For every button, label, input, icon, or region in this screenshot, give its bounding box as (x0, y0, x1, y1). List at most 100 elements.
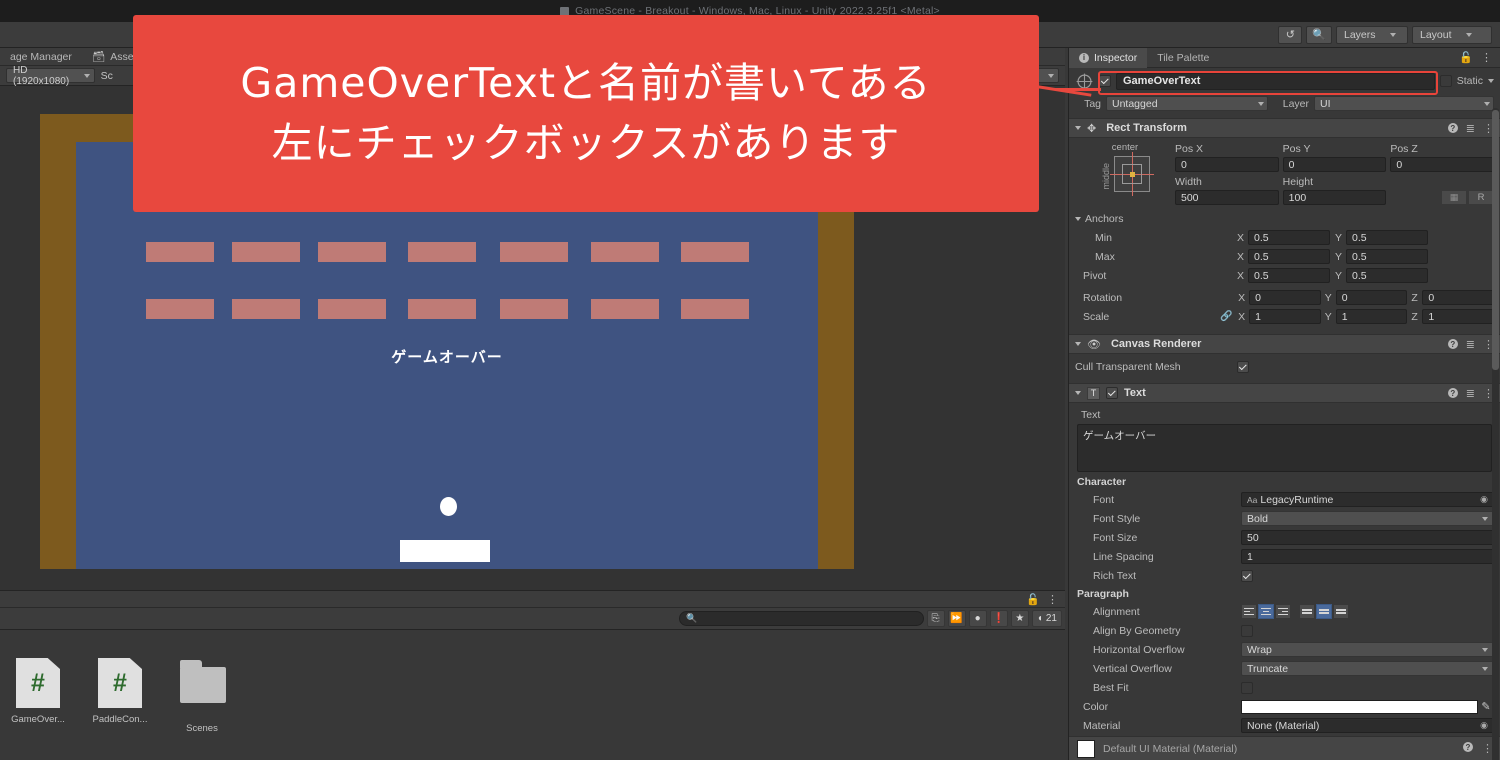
component-header-rect-transform[interactable]: ✥ Rect Transform ? ≣ ⋮ (1069, 118, 1500, 138)
callout-line-1: GameOverTextと名前が書いてある (240, 59, 932, 108)
align-left-button[interactable] (1241, 604, 1257, 619)
project-asset-item[interactable]: # GameOver... (10, 658, 66, 734)
color-swatch[interactable] (1241, 699, 1478, 714)
scale-z-input[interactable]: 1 (1422, 309, 1494, 324)
inspector-scrollbar-thumb[interactable] (1492, 110, 1499, 370)
foldout-icon[interactable] (1075, 126, 1081, 130)
pivot-x-input[interactable]: 0.5 (1248, 268, 1330, 283)
anchors-foldout-row[interactable]: Anchors (1075, 210, 1494, 227)
align-bottom-button[interactable] (1333, 604, 1349, 619)
anchor-min-x-input[interactable]: 0.5 (1248, 230, 1330, 245)
material-preview-footer[interactable]: Default UI Material (Material) ? ⋮ (1069, 736, 1500, 760)
anchor-max-y-input[interactable]: 0.5 (1346, 249, 1428, 264)
width-input[interactable]: 500 (1175, 190, 1279, 205)
font-style-dropdown[interactable]: Bold (1241, 511, 1494, 526)
line-spacing-input[interactable]: 1 (1241, 549, 1494, 564)
pos-x-input[interactable]: 0 (1175, 157, 1279, 172)
search-icon[interactable]: 🔍 (1306, 25, 1332, 44)
raw-edit-mode-button[interactable]: R (1468, 190, 1495, 205)
component-header-text[interactable]: T Text ? ≣ ⋮ (1069, 383, 1500, 403)
lock-icon[interactable]: 🔓 (1459, 51, 1473, 64)
kebab-menu-icon[interactable]: ⋮ (1047, 593, 1058, 606)
search-icon: 🔍 (686, 613, 698, 623)
material-object-field[interactable]: None (Material) ◉ (1241, 718, 1494, 733)
paragraph-section-label: Paragraph (1077, 588, 1129, 600)
tab-package-manager[interactable]: age Manager (0, 48, 82, 66)
console-count-badge[interactable]: ◖ 21 (1031, 610, 1062, 627)
font-object-field[interactable]: Aa LegacyRuntime ◉ (1241, 492, 1494, 507)
vertical-overflow-dropdown[interactable]: Truncate (1241, 661, 1494, 676)
layers-dropdown[interactable]: Layers (1336, 25, 1408, 44)
rich-text-checkbox[interactable] (1241, 569, 1253, 582)
error-pause-icon[interactable]: ● (968, 610, 987, 627)
pos-y-input[interactable]: 0 (1282, 157, 1387, 172)
anchor-min-y-input[interactable]: 0.5 (1346, 230, 1428, 245)
layer-dropdown[interactable]: UI (1314, 96, 1494, 111)
align-center-button[interactable] (1258, 604, 1274, 619)
rotation-x-input[interactable]: 0 (1249, 290, 1321, 305)
horizontal-overflow-label: Horizontal Overflow (1093, 643, 1185, 656)
text-component-enabled-checkbox[interactable] (1106, 387, 1118, 399)
project-asset-item[interactable]: # PaddleCon... (92, 658, 148, 734)
console-search-input[interactable]: 🔍 (679, 611, 924, 626)
scale-y-input[interactable]: 1 (1335, 309, 1408, 324)
rotation-y-input[interactable]: 0 (1335, 290, 1408, 305)
chevron-down-icon[interactable] (1488, 79, 1494, 83)
anchor-preset-box[interactable] (1109, 152, 1154, 196)
chevron-down-icon (1258, 101, 1264, 106)
help-icon[interactable]: ? (1447, 388, 1458, 398)
pivot-y-input[interactable]: 0.5 (1346, 268, 1428, 283)
layout-dropdown[interactable]: Layout (1412, 25, 1492, 44)
foldout-icon[interactable] (1075, 391, 1081, 395)
clear-on-play-icon[interactable]: ⏩ (947, 610, 966, 627)
height-input[interactable]: 100 (1282, 190, 1387, 205)
pivot-row: Pivot X 0.5 Y 0.5 (1075, 267, 1494, 284)
font-size-value: 50 (1247, 531, 1259, 544)
kebab-menu-icon[interactable]: ⋮ (1481, 51, 1492, 64)
preset-icon[interactable]: ≣ (1466, 122, 1475, 135)
resolution-dropdown[interactable]: HD (1920x1080) (6, 65, 95, 87)
align-top-button[interactable] (1299, 604, 1315, 619)
preset-icon[interactable]: ≣ (1466, 387, 1475, 400)
brick (681, 299, 749, 319)
align-right-button[interactable] (1275, 604, 1291, 619)
preset-icon[interactable]: ≣ (1466, 338, 1475, 351)
gameobject-name-input[interactable]: GameOverText (1116, 72, 1435, 90)
help-icon[interactable]: ? (1463, 742, 1473, 752)
object-picker-icon[interactable]: ◉ (1480, 494, 1488, 505)
console-window-icon[interactable]: ⎘ (926, 610, 945, 627)
align-middle-button[interactable] (1316, 604, 1332, 619)
project-asset-item[interactable]: Scenes (174, 658, 230, 734)
align-by-geometry-checkbox[interactable] (1241, 624, 1253, 637)
history-icon[interactable]: ↺ (1278, 25, 1303, 44)
tab-tile-palette[interactable]: Tile Palette (1147, 48, 1219, 68)
anchor-preset-side-label: middle (1100, 162, 1111, 190)
scale-x-input[interactable]: 1 (1249, 309, 1321, 324)
component-header-canvas-renderer[interactable]: 👁 Canvas Renderer ? ≣ ⋮ (1069, 334, 1500, 354)
wall-left (40, 114, 76, 569)
best-fit-checkbox[interactable] (1241, 681, 1253, 694)
blueprint-mode-button[interactable]: ▦ (1441, 190, 1468, 205)
lock-icon[interactable]: 🔓 (1026, 593, 1040, 606)
tag-dropdown[interactable]: Untagged (1106, 96, 1268, 111)
tab-inspector[interactable]: i Inspector (1069, 47, 1148, 68)
help-icon[interactable]: ? (1447, 339, 1458, 349)
cull-transparent-mesh-checkbox[interactable] (1237, 360, 1249, 373)
brick (591, 242, 659, 262)
favorite-icon[interactable]: ★ (1010, 610, 1029, 627)
help-icon[interactable]: ? (1447, 123, 1458, 133)
anchor-max-label: Max (1095, 250, 1115, 263)
anchor-max-x-input[interactable]: 0.5 (1248, 249, 1330, 264)
anchor-preset-widget[interactable]: center middle (1075, 142, 1175, 205)
pos-z-input[interactable]: 0 (1390, 157, 1495, 172)
brick (408, 299, 476, 319)
rotation-z-input[interactable]: 0 (1422, 290, 1494, 305)
foldout-icon[interactable] (1075, 342, 1081, 346)
static-checkbox[interactable] (1439, 75, 1452, 87)
horizontal-overflow-dropdown[interactable]: Wrap (1241, 642, 1494, 657)
warning-icon[interactable]: ❗ (989, 610, 1008, 627)
font-size-input[interactable]: 50 (1241, 530, 1494, 545)
text-value-textarea[interactable]: ゲームオーバー (1077, 424, 1492, 472)
object-picker-icon[interactable]: ◉ (1480, 720, 1488, 731)
constrain-proportions-icon[interactable]: 🔗 (1220, 311, 1238, 322)
